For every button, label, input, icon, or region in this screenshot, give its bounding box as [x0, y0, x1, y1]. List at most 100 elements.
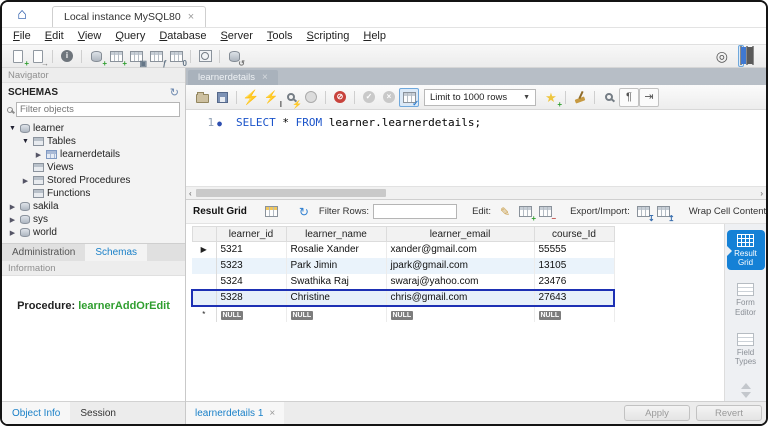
add-row-icon[interactable]: + — [515, 202, 535, 221]
beautify-query-icon[interactable] — [570, 88, 590, 107]
close-icon[interactable]: × — [262, 72, 268, 83]
tree-item-tables[interactable]: ▼Tables — [2, 135, 185, 148]
grid-cell[interactable]: Swathika Raj — [286, 274, 386, 290]
row-selector[interactable] — [192, 290, 216, 306]
side-button-form-editor[interactable]: Form Editor — [727, 279, 765, 319]
limit-rows-dropdown[interactable]: Limit to 1000 rows ▼ — [424, 89, 536, 106]
editor-tab-learnerdetails[interactable]: learnerdetails × — [188, 70, 278, 85]
tab-session[interactable]: Session — [70, 402, 126, 424]
home-icon[interactable]: ⌂ — [8, 7, 36, 23]
revert-button[interactable]: Revert — [696, 405, 762, 421]
row-selector[interactable]: ▶ — [192, 242, 216, 258]
tree-item-stored-procedures[interactable]: ▶Stored Procedures — [2, 174, 185, 187]
chevron-up-icon[interactable] — [741, 378, 751, 389]
rollback-icon[interactable]: × — [379, 88, 399, 107]
scroll-right-icon[interactable]: › — [760, 189, 763, 198]
horizontal-scrollbar[interactable]: ‹ › — [186, 186, 766, 199]
tree-item-learner[interactable]: ▼learner — [2, 122, 185, 135]
grid-cell[interactable]: 5328 — [216, 290, 286, 306]
create-procedure-icon[interactable]: 0 — [166, 47, 186, 66]
row-selector[interactable] — [192, 258, 216, 274]
show-invisibles-icon[interactable]: ¶ — [619, 88, 639, 107]
tab-administration[interactable]: Administration — [2, 244, 85, 261]
menu-edit[interactable]: Edit — [38, 30, 71, 42]
commit-icon[interactable]: ✓ — [359, 88, 379, 107]
side-button-field-types[interactable]: Field Types — [727, 329, 765, 369]
import-records-icon[interactable]: ↥ — [654, 202, 674, 221]
grid-cell[interactable]: 23476 — [534, 274, 614, 290]
new-connection-icon[interactable]: + — [86, 47, 106, 66]
open-script-icon[interactable] — [192, 88, 212, 107]
tab-object-info[interactable]: Object Info — [2, 402, 70, 424]
tree-item-world[interactable]: ▶world — [2, 226, 185, 239]
filter-objects-input[interactable] — [16, 102, 180, 117]
menu-tools[interactable]: Tools — [260, 30, 300, 42]
column-header-learner-id[interactable]: learner_id — [216, 227, 286, 242]
toggle-stop-on-error-icon[interactable]: ⊘ — [330, 88, 350, 107]
new-query-tab-icon[interactable]: + — [8, 47, 28, 66]
grid-cell[interactable]: 27643 — [534, 290, 614, 306]
menu-server[interactable]: Server — [213, 30, 259, 42]
grid-cell[interactable]: 5324 — [216, 274, 286, 290]
sql-editor[interactable]: 1● SELECT * FROM learner.learnerdetails; — [186, 110, 766, 186]
grid-cell[interactable]: Christine — [286, 290, 386, 306]
panel-resize-chevrons[interactable] — [741, 378, 751, 403]
close-icon[interactable]: × — [269, 408, 275, 419]
menu-view[interactable]: View — [71, 30, 109, 42]
refresh-grid-icon[interactable]: ↻ — [294, 202, 314, 221]
tab-schemas[interactable]: Schemas — [85, 244, 147, 261]
menu-query[interactable]: Query — [108, 30, 152, 42]
grid-cell[interactable]: 5323 — [216, 258, 286, 274]
save-script-icon[interactable] — [212, 88, 232, 107]
close-icon[interactable]: × — [188, 11, 194, 23]
chevron-collapsed-icon[interactable]: ▶ — [34, 151, 43, 159]
grid-cell[interactable]: swaraj@yahoo.com — [386, 274, 534, 290]
grid-cell[interactable]: 13105 — [534, 258, 614, 274]
chevron-collapsed-icon[interactable]: ▶ — [8, 203, 17, 211]
column-header-learner-name[interactable]: learner_name — [286, 227, 386, 242]
grid-cell[interactable]: NULL — [534, 306, 614, 322]
chevron-collapsed-icon[interactable]: ▶ — [8, 216, 17, 224]
scrollbar-thumb[interactable] — [196, 189, 386, 197]
menu-help[interactable]: Help — [356, 30, 393, 42]
reconnect-dbms-icon[interactable]: ↺ — [224, 47, 244, 66]
execute-query-icon[interactable]: ⚡ — [241, 88, 261, 107]
result-tab-learnerdetails-1[interactable]: learnerdetails 1 × — [186, 402, 284, 424]
server-status-icon[interactable]: i — [57, 47, 77, 66]
apply-button[interactable]: Apply — [624, 405, 690, 421]
chevron-expanded-icon[interactable]: ▼ — [21, 138, 30, 145]
grid-cell[interactable]: 5321 — [216, 242, 286, 258]
scroll-left-icon[interactable]: ‹ — [189, 189, 192, 198]
row-selector[interactable] — [192, 274, 216, 290]
grid-cell[interactable]: chris@gmail.com — [386, 290, 534, 306]
grid-row-4[interactable]: *NULLNULLNULLNULL — [192, 306, 614, 322]
explain-plan-icon[interactable]: ⚡ — [281, 88, 301, 107]
search-table-data-icon[interactable] — [195, 47, 215, 66]
account-icon[interactable]: ◎ — [716, 48, 728, 65]
grid-cell[interactable]: Park Jimin — [286, 258, 386, 274]
grid-cell[interactable]: Rosalie Xander — [286, 242, 386, 258]
execute-current-statement-icon[interactable]: ⚡I — [261, 88, 281, 107]
tree-item-sys[interactable]: ▶sys — [2, 213, 185, 226]
grid-row-3[interactable]: 5328Christinechris@gmail.com27643 — [192, 290, 614, 306]
grid-cell[interactable]: 55555 — [534, 242, 614, 258]
grid-options-icon[interactable] — [262, 202, 282, 221]
connection-tab[interactable]: Local instance MySQL80 × — [52, 6, 206, 27]
export-recordset-icon[interactable]: ↧ — [634, 202, 654, 221]
delete-row-icon[interactable]: − — [535, 202, 555, 221]
grid-cell[interactable]: NULL — [286, 306, 386, 322]
menu-database[interactable]: Database — [152, 30, 213, 42]
toggle-right-sidebar-icon[interactable] — [750, 45, 756, 67]
create-table-icon[interactable]: ▣ — [126, 47, 146, 66]
menu-scripting[interactable]: Scripting — [300, 30, 357, 42]
grid-row-0[interactable]: ▶5321Rosalie Xanderxander@gmail.com55555 — [192, 242, 614, 258]
chevron-collapsed-icon[interactable]: ▶ — [21, 177, 30, 185]
side-button-result-grid[interactable]: Result Grid — [727, 230, 765, 270]
menu-file[interactable]: File — [6, 30, 38, 42]
refresh-schemas-icon[interactable]: ↻ — [170, 86, 179, 99]
create-view-icon[interactable]: ƒ — [146, 47, 166, 66]
wrap-text-icon[interactable]: ⇥ — [639, 88, 659, 107]
tree-item-sakila[interactable]: ▶sakila — [2, 200, 185, 213]
chevron-collapsed-icon[interactable]: ▶ — [8, 229, 17, 237]
chevron-expanded-icon[interactable]: ▼ — [8, 125, 17, 132]
